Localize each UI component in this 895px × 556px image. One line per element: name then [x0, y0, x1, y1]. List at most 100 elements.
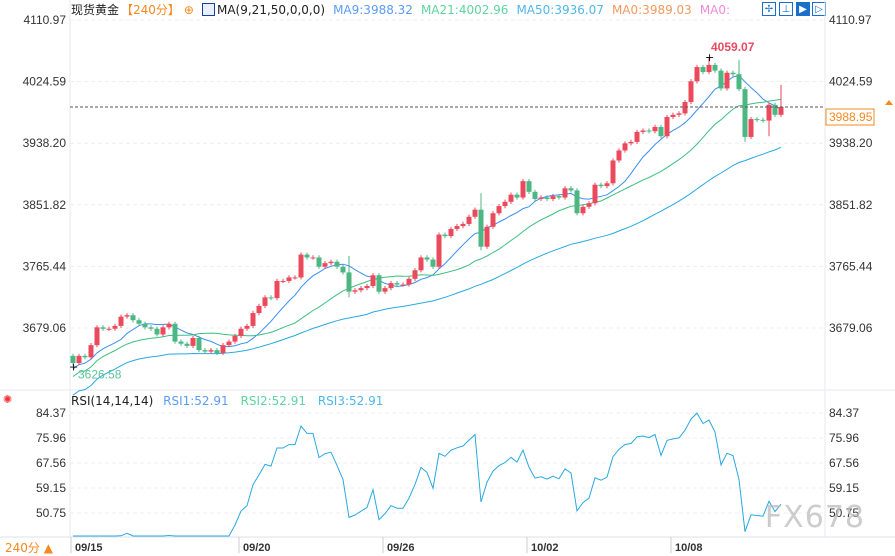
candle-down: [178, 341, 184, 344]
candle-up: [592, 184, 598, 204]
candle-up: [580, 206, 586, 214]
rsi-tick-right: 67.56: [829, 456, 859, 470]
candle-up: [388, 283, 394, 289]
rsi-tick-left: 84.37: [36, 406, 66, 420]
candle-up: [448, 228, 454, 237]
candle-down: [184, 343, 190, 346]
rsi-tick-left: 67.56: [36, 456, 66, 470]
rsi-settings-icon[interactable]: ✺: [3, 393, 12, 406]
candle-up: [382, 288, 388, 292]
rsi3-value: RSI3:52.91: [317, 394, 384, 408]
price-tick-left: 3851.82: [23, 198, 67, 212]
price-tick-right: 4024.59: [829, 75, 873, 89]
candle-down: [754, 119, 760, 121]
candle-up: [778, 106, 784, 115]
candle-down: [712, 64, 718, 71]
candle-down: [658, 126, 664, 137]
candle-up: [490, 213, 496, 227]
candle-up: [628, 141, 634, 144]
candle-down: [142, 323, 148, 328]
rsi-tick-left: 50.75: [36, 506, 66, 520]
candle-up: [610, 160, 616, 184]
price-tick-left: 4024.59: [23, 75, 67, 89]
candle-up: [286, 277, 292, 281]
candle-up: [256, 305, 262, 314]
candle-up: [88, 345, 94, 358]
candle-up: [328, 261, 334, 264]
candle-up: [94, 327, 100, 346]
candle-up: [322, 263, 328, 267]
candle-up: [682, 101, 688, 114]
candle-down: [700, 67, 706, 73]
low-marker: +: [69, 360, 78, 373]
price-tick-left: 4110.97: [24, 13, 67, 27]
rsi-tick-right: 59.15: [829, 481, 859, 495]
chart-canvas[interactable]: 4110.97 4110.97 4024.59 4024.59 3938.20 3938.…: [0, 0, 895, 553]
ma9-line: [72, 75, 782, 370]
candle-up: [118, 316, 124, 326]
price-tick-left: 3679.06: [23, 321, 67, 335]
candle-up: [400, 284, 406, 286]
candle-down: [268, 297, 274, 299]
candle-down: [736, 74, 742, 90]
candle-down: [316, 257, 322, 267]
candle-down: [394, 283, 400, 285]
candle-up: [436, 234, 442, 267]
rsi-tick-left: 75.96: [36, 431, 66, 445]
rsi2-value: RSI2:52.91: [240, 394, 307, 408]
candle-down: [544, 197, 550, 199]
price-tick-right: 3938.20: [829, 136, 873, 150]
candle-up: [292, 277, 298, 279]
price-up-arrow-icon: [885, 100, 893, 106]
candle-up: [262, 297, 268, 306]
candle-up: [232, 335, 238, 342]
candle-up: [538, 197, 544, 199]
candle-down: [82, 355, 88, 358]
high-annotation: 4059.07: [711, 40, 755, 54]
candle-up: [112, 325, 118, 329]
candle-up: [298, 254, 304, 278]
candle-up: [124, 315, 130, 317]
candle-up: [274, 280, 280, 299]
period-toggle[interactable]: 240分 ▲: [5, 539, 53, 556]
candle-up: [502, 201, 508, 207]
candle-up: [586, 203, 592, 207]
price-tick-left: 3765.44: [23, 259, 67, 273]
candle-up: [238, 328, 244, 336]
candle-up: [358, 288, 364, 291]
candle-up: [466, 216, 472, 224]
candle-up: [370, 275, 376, 286]
rsi1-value: RSI1:52.91: [163, 394, 229, 408]
candle-up: [484, 226, 490, 247]
rsi-header: RSI(14,14,14) RSI1:52.91 RSI2:52.91 RSI3…: [71, 394, 383, 408]
candle-up: [412, 270, 418, 279]
date-label: 09/26: [387, 542, 415, 553]
candle-up: [706, 64, 712, 73]
candle-up: [616, 150, 622, 161]
ma50-line: [72, 146, 782, 396]
candle-down: [214, 350, 220, 354]
candle-up: [460, 223, 466, 227]
candle-up: [190, 338, 196, 346]
candle-up: [352, 290, 358, 292]
candle-up: [166, 323, 172, 328]
candle-up: [550, 196, 556, 199]
candle-down: [568, 188, 574, 191]
candle-up: [634, 131, 640, 142]
candle-down: [478, 209, 484, 247]
candle-up: [688, 81, 694, 102]
candle-up: [508, 194, 514, 202]
candle-down: [304, 254, 310, 258]
candle-down: [718, 70, 724, 89]
candle-up: [208, 350, 214, 352]
candle-down: [148, 327, 154, 329]
price-tick-left: 3938.20: [23, 136, 67, 150]
candle-down: [772, 104, 778, 115]
candle-down: [430, 259, 436, 267]
candle-up: [748, 119, 754, 137]
rsi-params[interactable]: RSI(14,14,14): [71, 394, 153, 408]
candle-down: [574, 190, 580, 214]
price-tick-right: 3679.06: [829, 321, 873, 335]
candle-down: [154, 328, 160, 335]
date-label: 09/15: [75, 542, 103, 553]
